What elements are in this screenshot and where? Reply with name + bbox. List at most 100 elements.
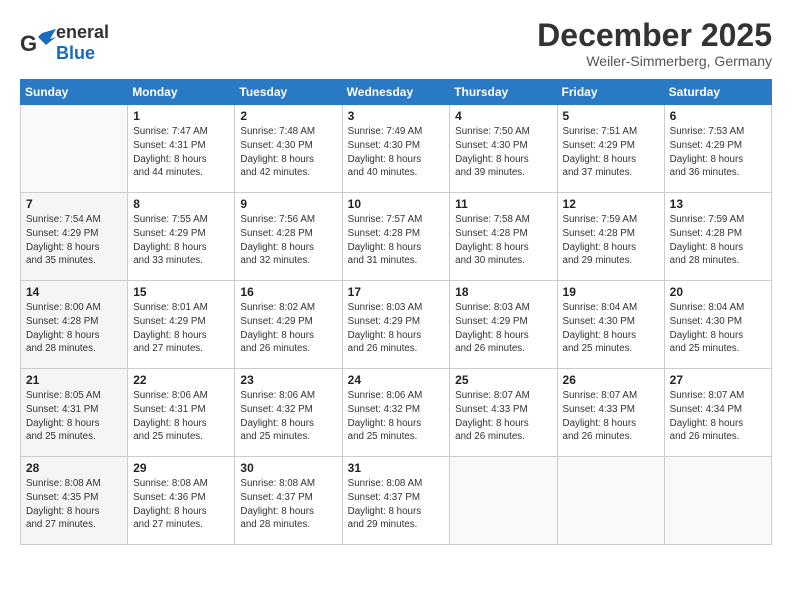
logo-blue-text: Blue <box>56 43 95 63</box>
day-number: 7 <box>26 197 122 211</box>
calendar-header-friday: Friday <box>557 80 664 105</box>
calendar-header-sunday: Sunday <box>21 80 128 105</box>
day-info: Sunrise: 7:50 AMSunset: 4:30 PMDaylight:… <box>455 125 551 180</box>
day-number: 5 <box>563 109 659 123</box>
day-number: 12 <box>563 197 659 211</box>
calendar-cell: 5 Sunrise: 7:51 AMSunset: 4:29 PMDaylight… <box>557 105 664 193</box>
day-info: Sunrise: 7:53 AMSunset: 4:29 PMDaylight:… <box>670 125 766 180</box>
day-info: Sunrise: 8:02 AMSunset: 4:29 PMDaylight:… <box>240 301 336 356</box>
calendar-header-row: SundayMondayTuesdayWednesdayThursdayFrid… <box>21 80 772 105</box>
calendar-cell: 15Sunrise: 8:01 AMSunset: 4:29 PMDayligh… <box>128 281 235 369</box>
calendar-cell: 19 Sunrise: 8:04 AMSunset: 4:30 PMDayligh… <box>557 281 664 369</box>
calendar-cell: 4Sunrise: 7:50 AMSunset: 4:30 PMDaylight… <box>450 105 557 193</box>
day-info: Sunrise: 7:59 AMSunset: 4:28 PMDaylight:… <box>563 213 659 268</box>
day-info: Sunrise: 7:48 AMSunset: 4:30 PMDaylight:… <box>240 125 336 180</box>
calendar-cell: 12 Sunrise: 7:59 AMSunset: 4:28 PMDayligh… <box>557 193 664 281</box>
calendar-cell: 3 Sunrise: 7:49 AMSunset: 4:30 PMDaylight… <box>342 105 450 193</box>
calendar-cell: 27Sunrise: 8:07 AMSunset: 4:34 PMDayligh… <box>664 369 771 457</box>
day-info: Sunrise: 8:04 AMSunset: 4:30 PMDaylight:… <box>670 301 766 356</box>
day-number: 24 <box>348 373 445 387</box>
day-number: 9 <box>240 197 336 211</box>
day-number: 3 <box>348 109 445 123</box>
day-info: Sunrise: 8:08 AMSunset: 4:36 PMDaylight:… <box>133 477 229 532</box>
calendar-cell <box>664 457 771 545</box>
day-info: Sunrise: 8:05 AMSunset: 4:31 PMDaylight:… <box>26 389 122 444</box>
day-number: 23 <box>240 373 336 387</box>
calendar-cell: 8 Sunrise: 7:55 AMSunset: 4:29 PMDaylight… <box>128 193 235 281</box>
day-info: Sunrise: 8:08 AMSunset: 4:35 PMDaylight:… <box>26 477 122 532</box>
day-number: 29 <box>133 461 229 475</box>
day-number: 8 <box>133 197 229 211</box>
logo-general-text: eneral <box>56 22 109 42</box>
day-info: Sunrise: 7:55 AMSunset: 4:29 PMDaylight:… <box>133 213 229 268</box>
day-info: Sunrise: 7:58 AMSunset: 4:28 PMDaylight:… <box>455 213 551 268</box>
calendar-cell: 26 Sunrise: 8:07 AMSunset: 4:33 PMDayligh… <box>557 369 664 457</box>
day-number: 26 <box>563 373 659 387</box>
day-number: 14 <box>26 285 122 299</box>
day-number: 6 <box>670 109 766 123</box>
calendar-cell: 18 Sunrise: 8:03 AMSunset: 4:29 PMDayligh… <box>450 281 557 369</box>
page: G eneral Blue December 2025 Weiler-Simme… <box>0 0 792 612</box>
calendar-cell: 14 Sunrise: 8:00 AMSunset: 4:28 PMDayligh… <box>21 281 128 369</box>
calendar-cell: 30 Sunrise: 8:08 AMSunset: 4:37 PMDayligh… <box>235 457 342 545</box>
calendar-cell: 7 Sunrise: 7:54 AMSunset: 4:29 PMDaylight… <box>21 193 128 281</box>
day-number: 30 <box>240 461 336 475</box>
calendar-cell: 21 Sunrise: 8:05 AMSunset: 4:31 PMDayligh… <box>21 369 128 457</box>
calendar-cell: 13Sunrise: 7:59 AMSunset: 4:28 PMDayligh… <box>664 193 771 281</box>
title-block: December 2025 Weiler-Simmerberg, Germany <box>537 18 772 69</box>
calendar-cell: 31Sunrise: 8:08 AMSunset: 4:37 PMDayligh… <box>342 457 450 545</box>
day-number: 21 <box>26 373 122 387</box>
header: G eneral Blue December 2025 Weiler-Simme… <box>20 18 772 69</box>
day-number: 20 <box>670 285 766 299</box>
calendar-header-saturday: Saturday <box>664 80 771 105</box>
calendar-header-monday: Monday <box>128 80 235 105</box>
day-number: 19 <box>563 285 659 299</box>
month-title: December 2025 <box>537 18 772 53</box>
calendar-cell <box>557 457 664 545</box>
day-info: Sunrise: 7:49 AMSunset: 4:30 PMDaylight:… <box>348 125 445 180</box>
day-number: 18 <box>455 285 551 299</box>
calendar-cell: 23 Sunrise: 8:06 AMSunset: 4:32 PMDayligh… <box>235 369 342 457</box>
day-number: 17 <box>348 285 445 299</box>
day-info: Sunrise: 8:07 AMSunset: 4:33 PMDaylight:… <box>563 389 659 444</box>
calendar-header-thursday: Thursday <box>450 80 557 105</box>
day-number: 13 <box>670 197 766 211</box>
calendar: SundayMondayTuesdayWednesdayThursdayFrid… <box>20 79 772 545</box>
day-info: Sunrise: 8:07 AMSunset: 4:34 PMDaylight:… <box>670 389 766 444</box>
day-number: 31 <box>348 461 445 475</box>
day-number: 10 <box>348 197 445 211</box>
calendar-cell: 9 Sunrise: 7:56 AMSunset: 4:28 PMDaylight… <box>235 193 342 281</box>
day-info: Sunrise: 7:54 AMSunset: 4:29 PMDaylight:… <box>26 213 122 268</box>
day-info: Sunrise: 8:04 AMSunset: 4:30 PMDaylight:… <box>563 301 659 356</box>
day-info: Sunrise: 8:01 AMSunset: 4:29 PMDaylight:… <box>133 301 229 356</box>
day-info: Sunrise: 8:06 AMSunset: 4:32 PMDaylight:… <box>348 389 445 444</box>
calendar-cell: 28 Sunrise: 8:08 AMSunset: 4:35 PMDayligh… <box>21 457 128 545</box>
day-number: 25 <box>455 373 551 387</box>
calendar-cell: 11Sunrise: 7:58 AMSunset: 4:28 PMDayligh… <box>450 193 557 281</box>
day-info: Sunrise: 7:47 AMSunset: 4:31 PMDaylight:… <box>133 125 229 180</box>
calendar-cell: 1Sunrise: 7:47 AMSunset: 4:31 PMDaylight… <box>128 105 235 193</box>
calendar-week-2: 7 Sunrise: 7:54 AMSunset: 4:29 PMDaylight… <box>21 193 772 281</box>
day-info: Sunrise: 8:07 AMSunset: 4:33 PMDaylight:… <box>455 389 551 444</box>
day-number: 22 <box>133 373 229 387</box>
day-info: Sunrise: 8:03 AMSunset: 4:29 PMDaylight:… <box>455 301 551 356</box>
calendar-header-wednesday: Wednesday <box>342 80 450 105</box>
calendar-cell: 24 Sunrise: 8:06 AMSunset: 4:32 PMDayligh… <box>342 369 450 457</box>
calendar-cell: 17 Sunrise: 8:03 AMSunset: 4:29 PMDayligh… <box>342 281 450 369</box>
day-info: Sunrise: 8:03 AMSunset: 4:29 PMDaylight:… <box>348 301 445 356</box>
calendar-cell: 22Sunrise: 8:06 AMSunset: 4:31 PMDayligh… <box>128 369 235 457</box>
calendar-cell: 6 Sunrise: 7:53 AMSunset: 4:29 PMDaylight… <box>664 105 771 193</box>
day-info: Sunrise: 7:51 AMSunset: 4:29 PMDaylight:… <box>563 125 659 180</box>
day-info: Sunrise: 8:08 AMSunset: 4:37 PMDaylight:… <box>240 477 336 532</box>
calendar-week-5: 28 Sunrise: 8:08 AMSunset: 4:35 PMDayligh… <box>21 457 772 545</box>
calendar-cell: 29 Sunrise: 8:08 AMSunset: 4:36 PMDayligh… <box>128 457 235 545</box>
day-info: Sunrise: 7:56 AMSunset: 4:28 PMDaylight:… <box>240 213 336 268</box>
calendar-cell: 20 Sunrise: 8:04 AMSunset: 4:30 PMDayligh… <box>664 281 771 369</box>
day-info: Sunrise: 8:06 AMSunset: 4:32 PMDaylight:… <box>240 389 336 444</box>
logo: G eneral Blue <box>20 22 109 64</box>
day-number: 28 <box>26 461 122 475</box>
calendar-week-3: 14 Sunrise: 8:00 AMSunset: 4:28 PMDayligh… <box>21 281 772 369</box>
calendar-cell <box>21 105 128 193</box>
calendar-cell: 16Sunrise: 8:02 AMSunset: 4:29 PMDayligh… <box>235 281 342 369</box>
day-info: Sunrise: 8:00 AMSunset: 4:28 PMDaylight:… <box>26 301 122 356</box>
